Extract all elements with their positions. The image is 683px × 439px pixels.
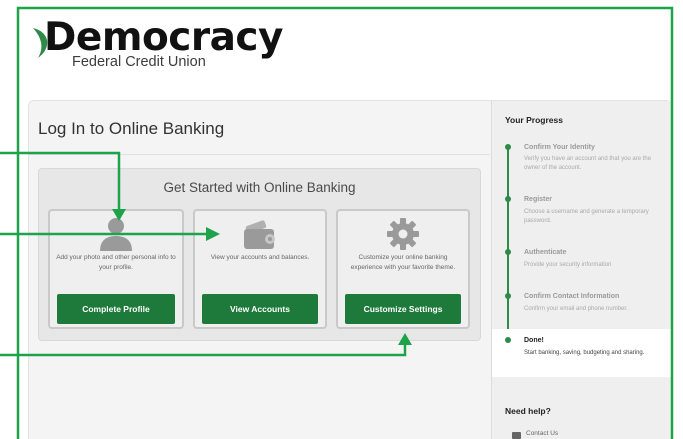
progress-sidebar <box>491 101 671 439</box>
view-accounts-card: View your accounts and balances. View Ac… <box>193 209 327 329</box>
step-description: Choose a username and generate a tempora… <box>524 209 649 224</box>
title-divider <box>29 154 490 155</box>
progress-heading: Your Progress <box>505 115 563 125</box>
step-marker <box>505 196 511 202</box>
step-description: Confirm your email and phone number. <box>524 306 628 312</box>
customize-settings-card: Customize your online banking experience… <box>336 209 470 329</box>
wallet-icon <box>244 220 275 249</box>
step-marker <box>505 144 511 150</box>
get-started-title: Get Started with Online Banking <box>163 180 356 195</box>
user-silhouette-icon <box>100 218 132 251</box>
need-help-heading: Need help? <box>505 406 551 416</box>
step-title-confirm-identity: Confirm Your Identity <box>524 144 595 151</box>
page-title: Log In to Online Banking <box>38 119 225 138</box>
step-title-register: Register <box>524 196 553 203</box>
screenshot-frame: Democracy Federal Credit Union Log In to… <box>0 0 683 439</box>
step-title-confirm-contact: Confirm Contact Information <box>524 293 620 300</box>
card-description: Customize your online banking experience… <box>350 254 456 271</box>
step-description: Verify you have an account and that you … <box>524 156 652 171</box>
card-description: Add your photo and other personal info t… <box>56 254 176 271</box>
gear-icon <box>387 218 419 250</box>
step-marker <box>505 293 511 299</box>
complete-profile-button[interactable]: Complete Profile <box>57 294 175 324</box>
step-description: Start banking, saving, budgeting and sha… <box>524 350 645 356</box>
card-description: View your accounts and balances. <box>210 254 310 261</box>
step-marker-current <box>505 337 511 343</box>
contact-us-link[interactable]: Contact Us <box>526 430 558 437</box>
brand-subtitle: Federal Credit Union <box>72 54 206 70</box>
view-accounts-button[interactable]: View Accounts <box>202 294 318 324</box>
progress-track <box>507 146 509 342</box>
complete-profile-card: Add your photo and other personal info t… <box>48 209 184 329</box>
brand-logo[interactable]: Democracy Federal Credit Union <box>30 14 283 74</box>
step-description: Provide your security information <box>524 262 612 268</box>
step-marker <box>505 249 511 255</box>
customize-settings-button[interactable]: Customize Settings <box>345 294 461 324</box>
phone-icon <box>512 432 521 439</box>
step-title-authenticate: Authenticate <box>524 249 567 256</box>
step-title-done: Done! <box>524 337 544 344</box>
